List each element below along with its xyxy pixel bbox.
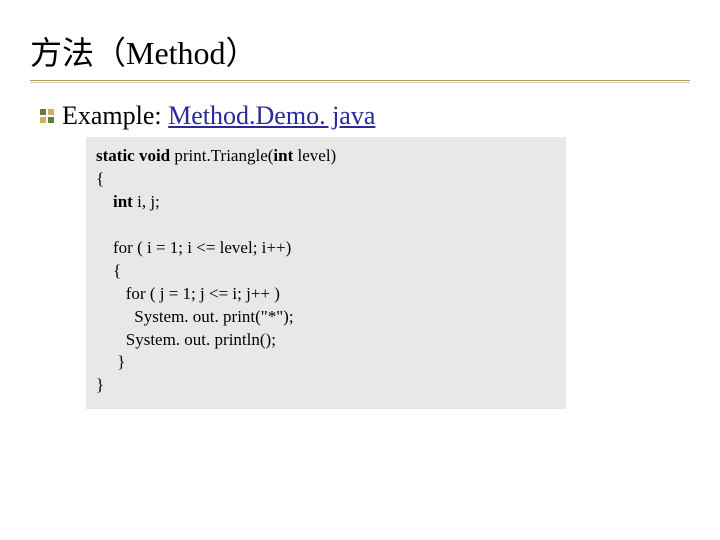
code-line: { — [96, 169, 104, 188]
code-line: } — [96, 375, 104, 394]
title-block: 方法（Method） — [30, 28, 690, 83]
code-kw: int — [273, 146, 297, 165]
bullet-row: Example: Method.Demo. java — [40, 101, 690, 131]
code-line: } — [96, 352, 125, 371]
code-line: for ( j = 1; j <= i; j++ ) — [96, 284, 280, 303]
title-underline — [30, 80, 690, 81]
code-text: print.Triangle( — [174, 146, 273, 165]
code-line: { — [96, 261, 121, 280]
code-kw: int — [96, 192, 137, 211]
code-kw: static void — [96, 146, 174, 165]
plus-bullet-icon — [40, 109, 54, 123]
slide-title: 方法（Method） — [30, 28, 690, 78]
code-line: System. out. print("*"); — [96, 307, 294, 326]
slide: 方法（Method） Example: Method.Demo. java st… — [0, 0, 720, 439]
code-line: for ( i = 1; i <= level; i++) — [96, 238, 291, 257]
code-block: static void print.Triangle(int level) { … — [86, 137, 566, 409]
code-text: level) — [298, 146, 337, 165]
code-line: System. out. println(); — [96, 330, 276, 349]
bullet-text: Example: Method.Demo. java — [62, 101, 375, 131]
bullet-prefix: Example: — [62, 101, 168, 130]
bullet-link[interactable]: Method.Demo. java — [168, 101, 375, 130]
title-underline-shadow — [30, 82, 690, 83]
code-text: i, j; — [137, 192, 160, 211]
